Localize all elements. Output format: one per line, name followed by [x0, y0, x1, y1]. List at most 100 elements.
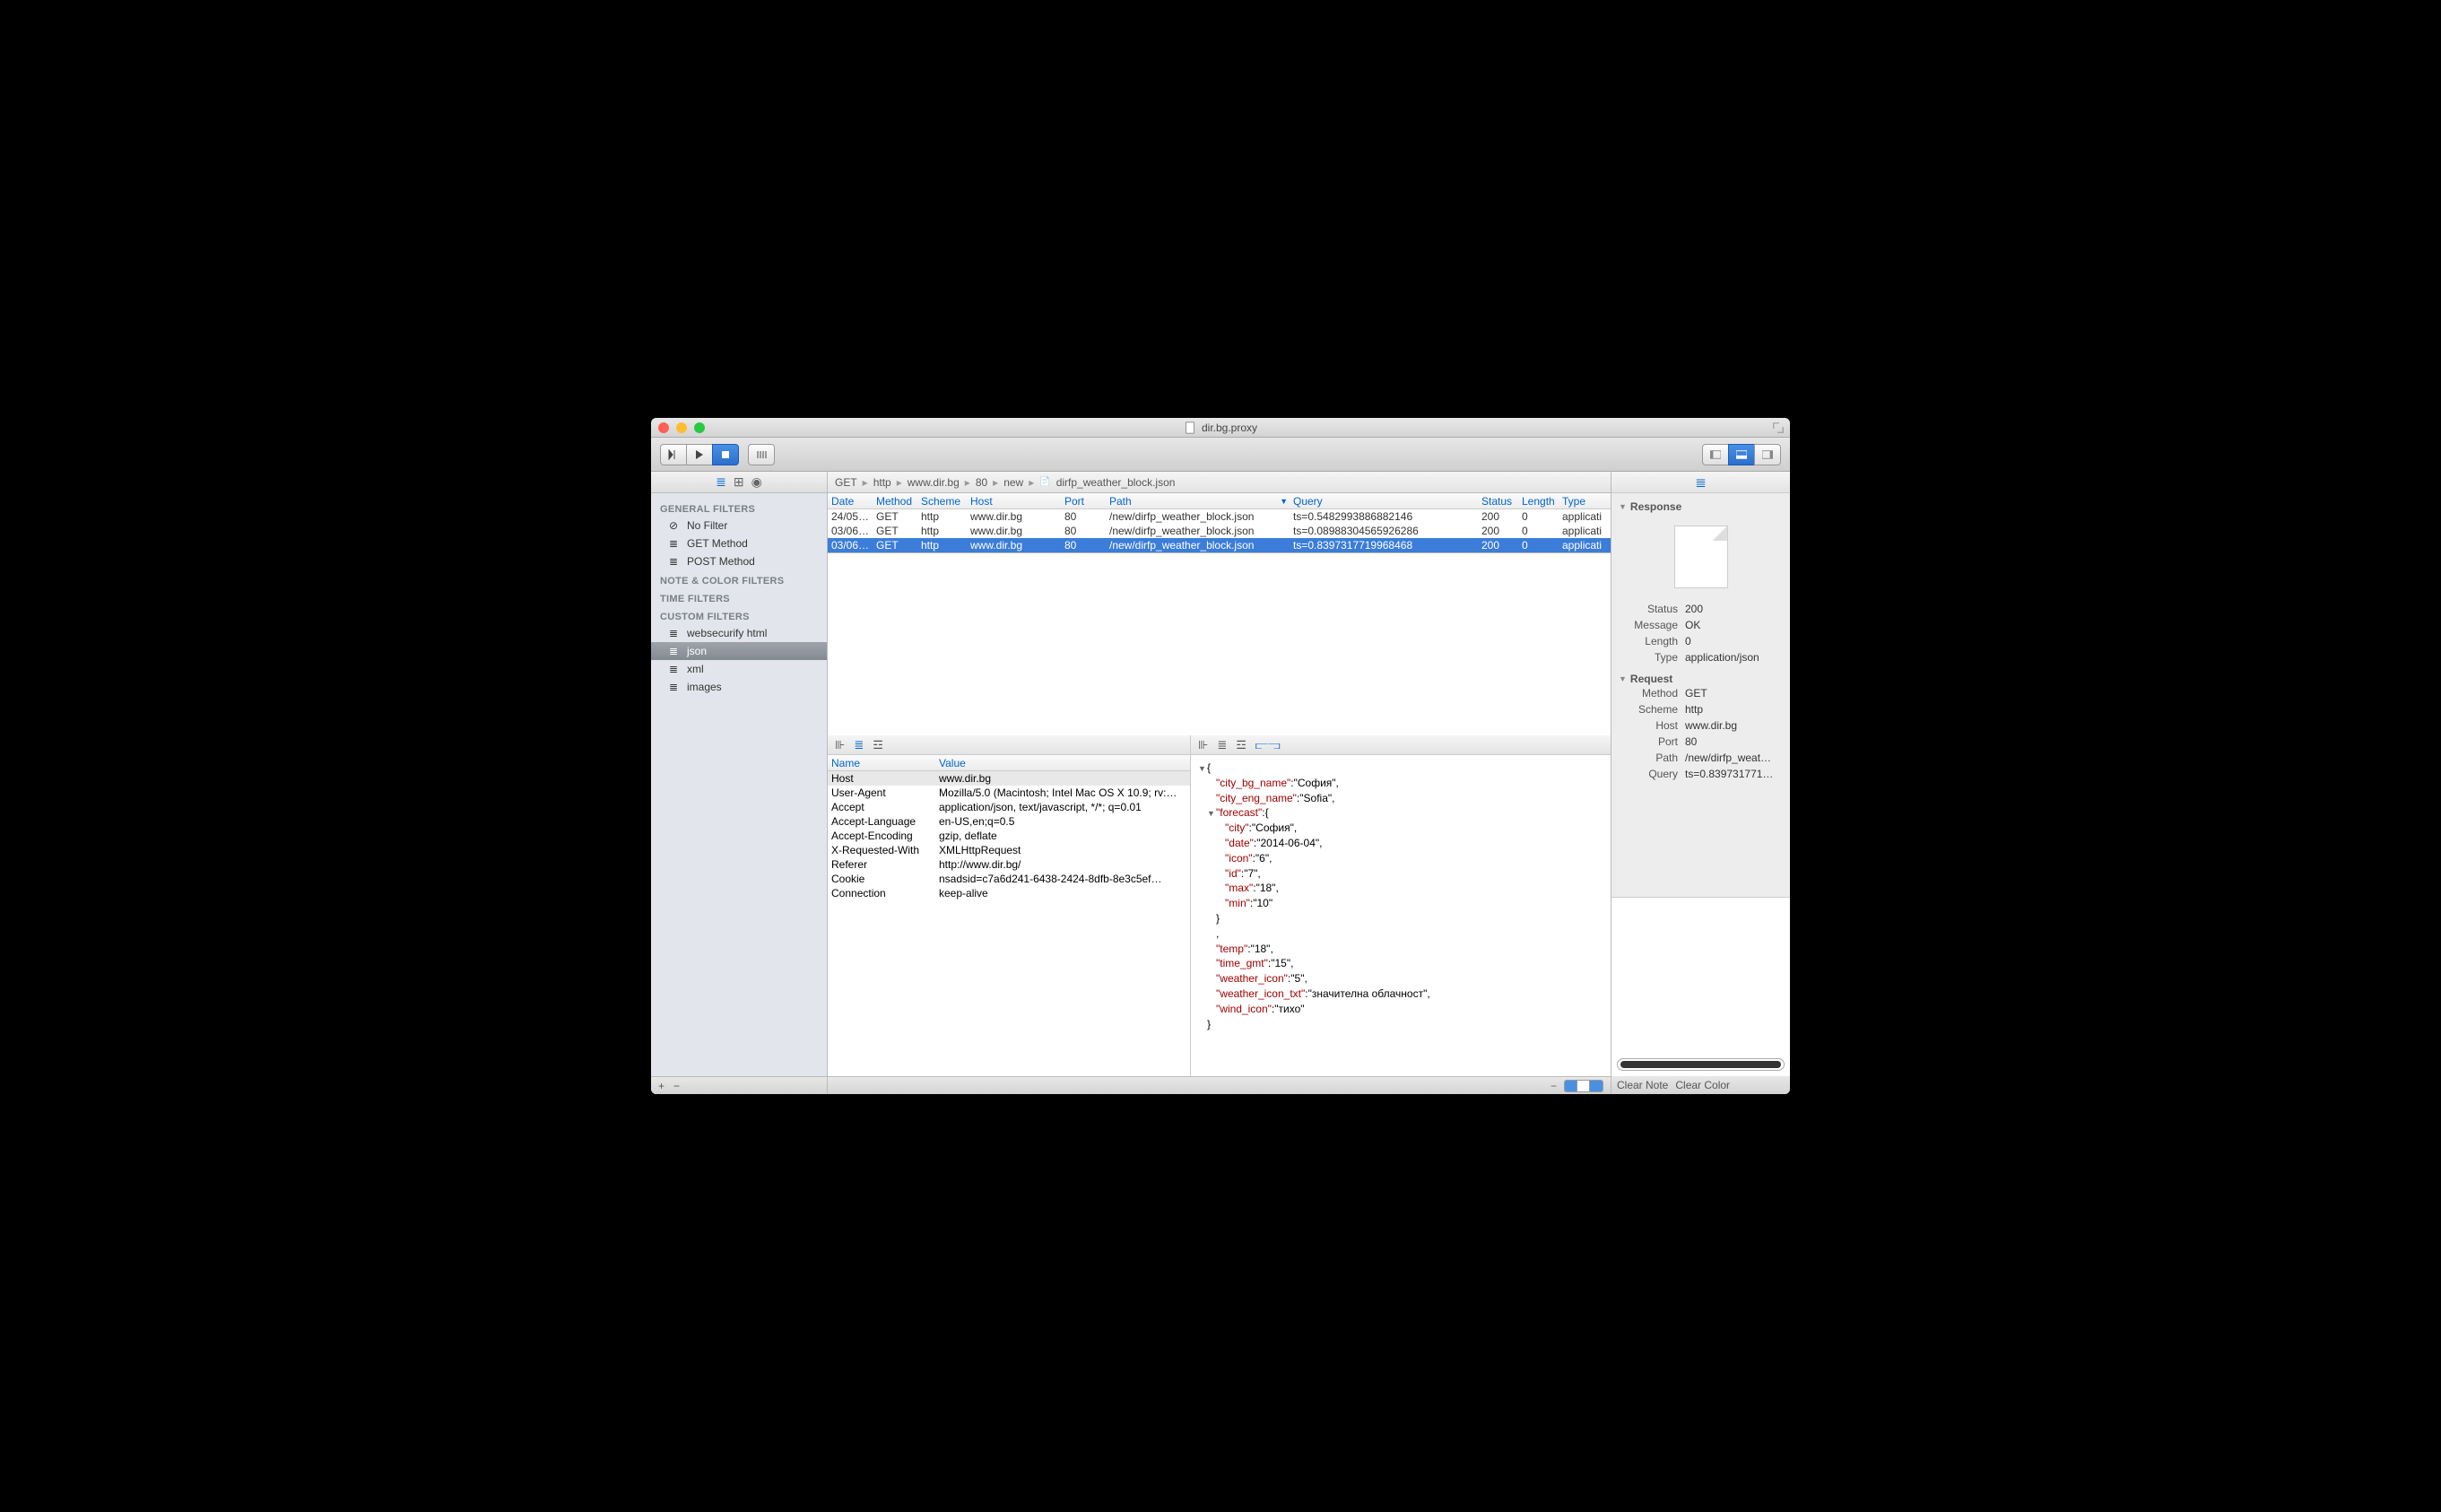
- breadcrumb-item[interactable]: http: [873, 476, 891, 489]
- sidebar-item[interactable]: ≣ json: [651, 642, 827, 660]
- raw-icon[interactable]: ⊪: [1198, 738, 1208, 752]
- sidebar-item[interactable]: ≣images: [651, 678, 827, 696]
- breadcrumb-item[interactable]: new: [1003, 476, 1023, 489]
- inspector-field: Port80: [1619, 734, 1783, 750]
- columns-button[interactable]: [748, 444, 775, 465]
- inspector-field: Hostwww.dir.bg: [1619, 717, 1783, 734]
- breadcrumb-item[interactable]: 80: [976, 476, 987, 489]
- header-row[interactable]: Accept-Languageen-US,en;q=0.5: [828, 814, 1190, 829]
- sidebar-item-label: POST Method: [687, 555, 755, 568]
- zoom-icon[interactable]: [694, 422, 705, 433]
- headers-panel: ⊪ ≣ ☲ NameValue Hostwww.dir.bgUser-Agent…: [828, 735, 1191, 1076]
- header-row[interactable]: Hostwww.dir.bg: [828, 771, 1190, 786]
- list-view-icon[interactable]: ≣: [854, 738, 864, 752]
- col-header[interactable]: Host: [970, 495, 1064, 508]
- sidebar-section-header: CUSTOM FILTERS: [651, 606, 827, 624]
- sidebar-section-header: TIME FILTERS: [651, 588, 827, 606]
- table-row[interactable]: 03/06…GEThttpwww.dir.bg80/new/dirfp_weat…: [828, 538, 1611, 552]
- add-button[interactable]: +: [658, 1080, 665, 1092]
- play-button[interactable]: [686, 444, 713, 465]
- outline-icon[interactable]: ☲: [1236, 738, 1247, 752]
- breadcrumb[interactable]: GET▸http▸www.dir.bg▸80▸new▸📄dirfp_weathe…: [828, 472, 1611, 493]
- view-segmented[interactable]: [1564, 1080, 1603, 1092]
- sidebar-item-label: xml: [687, 663, 704, 675]
- json-viewer[interactable]: ▼{ "city_bg_name":"София", "city_eng_nam…: [1191, 755, 1611, 1076]
- col-header[interactable]: Query: [1293, 495, 1481, 508]
- panel-left-button[interactable]: [1702, 444, 1729, 465]
- panel-right-button[interactable]: [1754, 444, 1781, 465]
- header-row[interactable]: Acceptapplication/json, text/javascript,…: [828, 800, 1190, 814]
- book-icon[interactable]: ⫍⫎: [1255, 738, 1281, 752]
- header-row[interactable]: Refererhttp://www.dir.bg/: [828, 857, 1190, 872]
- step-button[interactable]: [660, 444, 687, 465]
- inspector-field: Queryts=0.839731771996…: [1619, 766, 1783, 782]
- sidebar-item[interactable]: ≣ xml: [651, 660, 827, 678]
- sidebar-item-label: websecurify html: [687, 627, 767, 639]
- header-row[interactable]: User-AgentMozilla/5.0 (Macintosh; Intel …: [828, 786, 1190, 800]
- list-icon: ≣: [667, 663, 680, 675]
- stop-button[interactable]: [712, 444, 739, 465]
- col-header[interactable]: Port: [1064, 495, 1109, 508]
- close-icon[interactable]: [658, 422, 669, 433]
- inspector-field: Typeapplication/json: [1619, 649, 1783, 665]
- clear-color-button[interactable]: Clear Color: [1675, 1079, 1730, 1091]
- sidebar-item[interactable]: ≣ GET Method: [651, 534, 827, 552]
- raw-icon[interactable]: ⊪: [835, 738, 845, 752]
- col-header[interactable]: Length: [1522, 495, 1562, 508]
- col-header[interactable]: Path▼: [1109, 495, 1293, 508]
- maximize-icon[interactable]: [1772, 421, 1785, 434]
- inspector-field: MessageOK: [1619, 617, 1783, 633]
- col-header[interactable]: Scheme: [921, 495, 970, 508]
- col-name[interactable]: Name: [831, 757, 939, 769]
- table-row[interactable]: 24/05…GEThttpwww.dir.bg80/new/dirfp_weat…: [828, 509, 1611, 524]
- sidebar-item[interactable]: ⊘No Filter: [651, 517, 827, 534]
- inspector-field: Path/new/dirfp_weather_…: [1619, 750, 1783, 766]
- response-section[interactable]: ▼Response: [1619, 500, 1783, 513]
- col-header[interactable]: Type: [1562, 495, 1607, 508]
- eye-icon[interactable]: ◉: [751, 474, 762, 490]
- inspector-field: Status200: [1619, 601, 1783, 617]
- list-view-icon[interactable]: ≣: [1217, 738, 1227, 752]
- inspector-field: Length0: [1619, 633, 1783, 649]
- request-section[interactable]: ▼Request: [1619, 673, 1783, 685]
- color-scroller[interactable]: [1617, 1058, 1785, 1071]
- toolbar: [651, 438, 1790, 472]
- inspector: ≣ ▼Response Status200MessageOKLength0Typ…: [1611, 472, 1790, 1094]
- grid-icon[interactable]: ⊞: [734, 474, 744, 490]
- list-icon: ≣: [667, 645, 680, 657]
- note-area[interactable]: [1611, 898, 1790, 1053]
- inspector-field: MethodGET: [1619, 685, 1783, 701]
- header-row[interactable]: Cookiensadsid=c7a6d241-6438-2424-8dfb-8e…: [828, 872, 1190, 886]
- panel-bottom-button[interactable]: [1728, 444, 1755, 465]
- sidebar-section-header: GENERAL FILTERS: [651, 499, 827, 517]
- header-row[interactable]: Connectionkeep-alive: [828, 886, 1190, 900]
- col-header[interactable]: Method: [876, 495, 921, 508]
- col-value[interactable]: Value: [939, 757, 1186, 769]
- list-icon[interactable]: ≣: [716, 474, 726, 490]
- outline-icon[interactable]: ☲: [873, 738, 883, 752]
- sidebar-item[interactable]: ≣ POST Method: [651, 552, 827, 570]
- minimize-icon[interactable]: [676, 422, 687, 433]
- remove-button[interactable]: −: [673, 1080, 680, 1092]
- list-icon: ≣: [667, 537, 680, 550]
- table-row[interactable]: 03/06…GEThttpwww.dir.bg80/new/dirfp_weat…: [828, 524, 1611, 538]
- breadcrumb-item[interactable]: GET: [835, 476, 857, 489]
- header-row[interactable]: X-Requested-WithXMLHttpRequest: [828, 843, 1190, 857]
- sidebar: ≣ ⊞ ◉ GENERAL FILTERS⊘No Filter ≣ GET Meth…: [651, 472, 828, 1094]
- body-panel: ⊪ ≣ ☲ ⫍⫎ ▼{ "city_bg_name":"София", "cit…: [1191, 735, 1611, 1076]
- sidebar-item-label: GET Method: [687, 537, 748, 550]
- col-header[interactable]: Status: [1481, 495, 1522, 508]
- breadcrumb-item[interactable]: dirfp_weather_block.json: [1056, 476, 1176, 489]
- list-icon: ≣: [667, 627, 680, 639]
- sidebar-item-label: json: [687, 645, 707, 657]
- collapse-button[interactable]: −: [1551, 1080, 1557, 1092]
- app-window: dir.bg.proxy ≣ ⊞ ◉ GENERAL FILTER: [651, 418, 1790, 1094]
- header-row[interactable]: Accept-Encodinggzip, deflate: [828, 829, 1190, 843]
- list-icon[interactable]: ≣: [1695, 474, 1707, 491]
- sidebar-item[interactable]: ≣ websecurify html: [651, 624, 827, 642]
- clear-note-button[interactable]: Clear Note: [1617, 1079, 1668, 1091]
- request-table: DateMethodSchemeHostPortPath▼QueryStatus…: [828, 493, 1611, 553]
- col-header[interactable]: Date: [831, 495, 876, 508]
- breadcrumb-item[interactable]: www.dir.bg: [908, 476, 960, 489]
- list-icon: ≣: [667, 555, 680, 568]
